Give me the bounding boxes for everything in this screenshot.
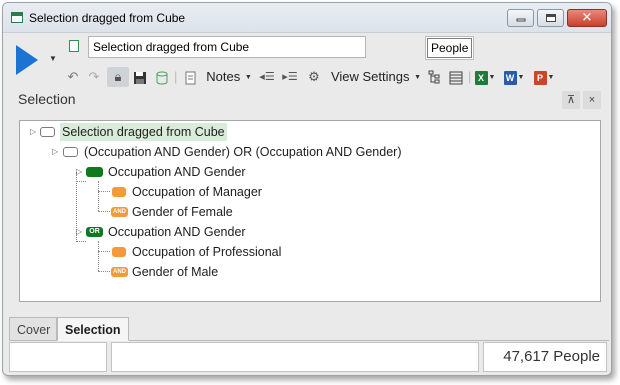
expand-icon[interactable]: ▷ [52,143,60,161]
empty-selection-icon [63,147,78,157]
database-icon[interactable] [154,67,170,87]
tree-node-label: (Occupation AND Gender) OR (Occupation A… [84,145,402,159]
tree-node-label: Gender of Female [132,205,233,219]
chevron-down-icon: ▼ [488,73,496,81]
notes-label: Notes [206,69,241,84]
table-icon[interactable] [447,67,465,87]
undo-icon[interactable]: ↶ [65,67,81,87]
indent-icon[interactable]: ◂☰ [259,67,275,87]
chevron-down-icon: ▼ [517,73,525,81]
redo-icon[interactable]: ↷ [86,67,102,87]
lock-icon[interactable]: 🔒︎ [107,67,129,87]
chevron-down-icon: ▼ [244,73,252,81]
toolbar-separator: | [174,69,178,84]
and-gender-icon: AND [111,267,128,277]
minimize-button[interactable] [507,9,534,27]
tree-node-label: Selection dragged from Cube [60,123,227,141]
app-window: Selection dragged from Cube ✕ ▼ People ↶… [2,2,612,376]
powerpoint-badge: P [533,70,547,85]
tree-connector [76,181,86,182]
occupation-icon [112,187,126,197]
tree-connector [76,241,86,242]
tree-connector [98,251,110,252]
bottom-tabs: Cover Selection [9,317,609,341]
expand-icon[interactable]: ▷ [76,223,84,241]
notes-icon[interactable] [183,67,197,87]
chevron-down-icon: ▼ [547,73,555,81]
run-dropdown-icon[interactable]: ▼ [49,54,57,63]
or-group-icon: OR [86,227,103,237]
pin-icon[interactable]: ⊼ [562,91,580,109]
tree-icon[interactable] [426,67,444,87]
powerpoint-icon[interactable]: P ▼ [531,67,557,87]
pane-title: Selection [18,91,76,107]
status-bar: 47,617 People [9,342,609,372]
and-gender-icon: AND [111,207,128,217]
tree-connector [98,191,110,192]
people-badge[interactable]: People [425,37,474,59]
title-bar[interactable]: Selection dragged from Cube ✕ [3,3,611,33]
tree-connector [98,241,99,271]
chevron-down-icon: ▼ [414,73,422,81]
pane-close-icon[interactable]: × [583,91,601,109]
excel-badge: X [474,70,488,85]
status-cell-2 [111,342,479,372]
maximize-button[interactable] [537,9,564,27]
view-settings-button[interactable]: View Settings ▼ [329,67,423,87]
occupation-icon [112,247,126,257]
notes-menu-button[interactable]: Notes ▼ [203,67,255,87]
maximize-icon [545,14,556,22]
tree-connector [98,271,110,272]
status-count: 47,617 People [483,342,607,372]
selection-name-input[interactable] [88,36,366,58]
outdent-icon[interactable]: ▸☰ [282,67,298,87]
tree-node-label: Occupation of Manager [132,185,262,199]
toolbar: ▼ People ↶ ↷ 🔒︎ | Notes ▼ ◂☰ ▸☰ ⚙ View S… [3,33,611,89]
status-cell-1 [9,342,107,372]
word-badge: W [503,70,517,85]
tree-node-label: Occupation AND Gender [108,225,246,239]
expand-icon[interactable]: ▷ [76,163,84,181]
selection-doc-icon [69,40,79,52]
excel-icon[interactable]: X ▼ [473,67,497,87]
tree-connector [98,211,110,212]
close-button[interactable]: ✕ [567,9,607,27]
tree-node-label: Occupation of Professional [132,245,282,259]
settings-icon[interactable]: ⚙ [305,67,323,87]
minimize-icon [516,18,525,22]
window-icon [11,12,23,23]
tree-node-label: Gender of Male [132,265,219,279]
toolbar-separator: | [468,69,472,84]
tree-connector [98,181,99,211]
tab-cover[interactable]: Cover [9,317,57,341]
expand-icon[interactable]: ▷ [30,123,38,141]
close-icon: ✕ [581,10,593,26]
and-group-icon [86,167,103,177]
tree-node-label: Occupation AND Gender [108,165,246,179]
tab-selection[interactable]: Selection [57,317,129,341]
word-icon[interactable]: W ▼ [502,67,526,87]
empty-selection-icon [40,127,55,137]
save-icon[interactable] [131,67,149,87]
selection-tree: ▷ Selection dragged from Cube ▷ (Occupat… [19,120,601,302]
window-title: Selection dragged from Cube [29,11,186,25]
view-settings-label: View Settings [330,69,410,84]
toolbar-row: ↶ ↷ 🔒︎ | Notes ▼ ◂☰ ▸☰ ⚙ View Settings ▼ [3,67,611,87]
